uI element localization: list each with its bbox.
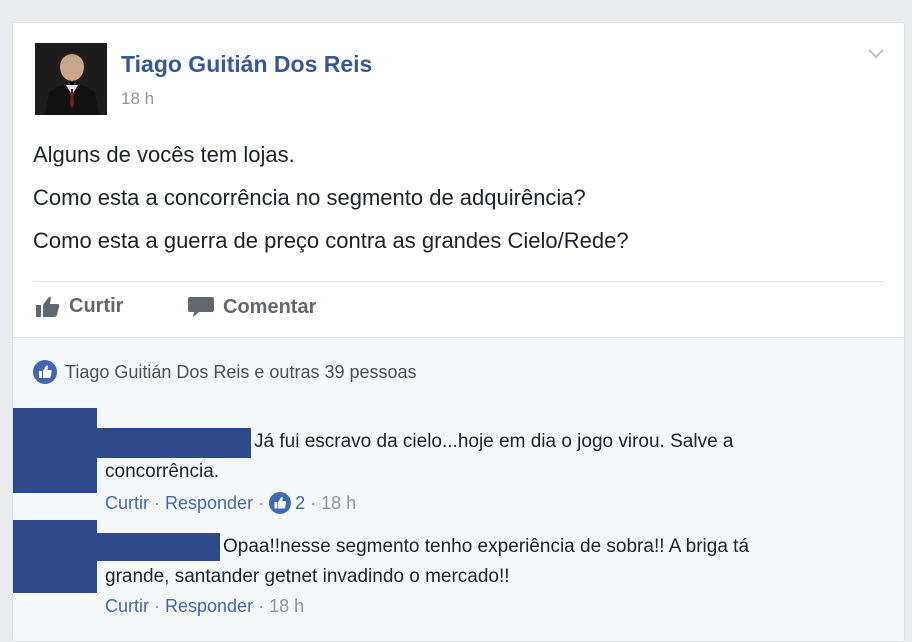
comment-like-link[interactable]: Curtir xyxy=(105,493,149,514)
comments-section: Tiago Guitián Dos Reis e outras 39 pesso… xyxy=(13,337,904,641)
comment-timestamp[interactable]: 18 h xyxy=(269,596,304,617)
separator: · xyxy=(154,492,160,513)
comment-reply-link[interactable]: Responder xyxy=(165,596,253,617)
post-line: Como esta a concorrência no segmento de … xyxy=(33,185,586,210)
separator: · xyxy=(258,596,265,616)
comment-actions: Curtir · Responder · 18 h xyxy=(105,596,304,617)
post-line: Alguns de vocês tem lojas. xyxy=(33,142,295,167)
comment-like-link[interactable]: Curtir xyxy=(105,596,149,617)
avatar-image xyxy=(35,43,107,115)
reactions-text: Tiago Guitián Dos Reis e outras 39 pesso… xyxy=(65,361,417,382)
speech-bubble-icon xyxy=(188,297,214,317)
post-timestamp[interactable]: 18 h xyxy=(121,89,154,109)
author-name[interactable]: Tiago Guitián Dos Reis xyxy=(121,51,372,78)
comment-like-count[interactable]: 2 xyxy=(295,493,305,514)
comment-text-line: grande, santander getnet invadindo o mer… xyxy=(105,566,510,587)
redacted-avatar xyxy=(13,408,97,493)
comment-button[interactable]: Comentar xyxy=(187,295,316,319)
post-card: Tiago Guitián Dos Reis 18 h Alguns de vo… xyxy=(12,22,905,642)
chevron-down-icon[interactable] xyxy=(866,47,886,61)
comment-timestamp[interactable]: 18 h xyxy=(321,493,356,514)
reactions-summary[interactable]: Tiago Guitián Dos Reis e outras 39 pesso… xyxy=(33,360,417,384)
like-reaction-icon[interactable] xyxy=(269,492,292,514)
comment-text-line: concorrência. xyxy=(105,461,220,482)
thumbs-up-icon xyxy=(36,296,60,317)
like-reaction-icon xyxy=(33,360,57,384)
like-button[interactable]: Curtir xyxy=(35,295,123,318)
redacted-name xyxy=(97,533,220,561)
post-body: Alguns de vocês tem lojas. Como esta a c… xyxy=(33,141,629,270)
comment-actions: Curtir · Responder · 2 · 18 h xyxy=(105,492,356,514)
separator: · xyxy=(154,596,160,616)
author-avatar[interactable] xyxy=(35,43,107,115)
divider xyxy=(33,281,884,282)
comment-label: Comentar xyxy=(223,295,317,318)
like-label: Curtir xyxy=(69,295,124,317)
comment-text-line: Já fui escravo da cielo...hoje em dia o … xyxy=(254,431,734,452)
separator: · xyxy=(310,492,317,513)
separator: · xyxy=(258,492,265,513)
redacted-name xyxy=(97,428,251,458)
comment-reply-link[interactable]: Responder xyxy=(165,493,253,514)
comment-text-line: Opaa!!nesse segmento tenho experiência d… xyxy=(223,536,750,557)
redacted-avatar xyxy=(13,520,97,593)
post-line: Como esta a guerra de preço contra as gr… xyxy=(33,228,629,253)
